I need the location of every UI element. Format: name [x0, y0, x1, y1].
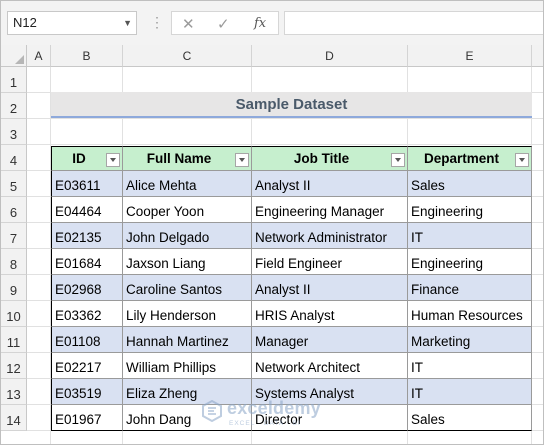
row-header-12[interactable]: 12 [1, 353, 27, 379]
table-cell-id[interactable]: E02135 [51, 223, 123, 249]
insert-function-icon[interactable]: fx [254, 16, 266, 31]
row-header-5[interactable]: 5 [1, 171, 27, 197]
header-label: Job Title [293, 151, 350, 166]
filter-dropdown-icon[interactable] [391, 153, 405, 167]
enter-icon[interactable]: ✓ [217, 15, 230, 33]
table-cell-department[interactable]: Sales [408, 171, 532, 197]
dataset-title: Sample Dataset [51, 92, 532, 118]
formula-input[interactable] [284, 11, 543, 35]
table-cell-department[interactable]: Marketing [408, 327, 532, 353]
table-cell-job-title[interactable]: Analyst II [252, 275, 408, 301]
table-cell-full-name[interactable]: Caroline Santos [123, 275, 252, 301]
table-cell-full-name[interactable]: Lily Henderson [123, 301, 252, 327]
row-header-14[interactable]: 14 [1, 405, 27, 431]
table-cell-department[interactable]: Finance [408, 275, 532, 301]
row-header-11[interactable]: 11 [1, 327, 27, 353]
name-box[interactable]: N12 ▼ [7, 11, 137, 35]
table-cell-job-title[interactable]: Engineering Manager [252, 197, 408, 223]
row-header-10[interactable]: 10 [1, 301, 27, 327]
table-cell-full-name[interactable]: Alice Mehta [123, 171, 252, 197]
filter-dropdown-icon[interactable] [106, 153, 120, 167]
row-header-9[interactable]: 9 [1, 275, 27, 301]
gridline-horizontal [27, 144, 543, 145]
table-cell-full-name[interactable]: Cooper Yoon [123, 197, 252, 223]
table-cell-job-title[interactable]: Network Administrator [252, 223, 408, 249]
table-cell-id[interactable]: E01967 [51, 405, 123, 431]
gridline-horizontal [27, 118, 543, 119]
table-cell-job-title[interactable]: Analyst II [252, 171, 408, 197]
row-header-13[interactable]: 13 [1, 379, 27, 405]
row-header-1[interactable]: 1 [1, 67, 27, 93]
column-header-a[interactable]: A [27, 45, 51, 67]
table-cell-full-name[interactable]: Jaxson Liang [123, 249, 252, 275]
formula-buttons: ✕ ✓ fx [171, 11, 279, 35]
column-header-f[interactable] [532, 45, 543, 67]
spreadsheet-window: N12 ▼ ⋮ ✕ ✓ fx ABCDE 1 2 3 4 5 6 7 8 9 10 11 12 13 14… [0, 0, 544, 445]
table-cell-department[interactable]: IT [408, 379, 532, 405]
column-header-b[interactable]: B [51, 45, 123, 67]
table-cell-id[interactable]: E01684 [51, 249, 123, 275]
table-cell-full-name[interactable]: William Phillips [123, 353, 252, 379]
row-header-3[interactable]: 3 [1, 119, 27, 145]
table-cell-id[interactable]: E02968 [51, 275, 123, 301]
table-cell-department[interactable]: Engineering [408, 197, 532, 223]
formula-bar: N12 ▼ ⋮ ✕ ✓ fx [1, 1, 543, 45]
cancel-icon[interactable]: ✕ [182, 15, 195, 33]
table-cell-department[interactable]: Engineering [408, 249, 532, 275]
column-header-c[interactable]: C [123, 45, 252, 67]
row-header-2[interactable]: 2 [1, 93, 27, 119]
name-box-value: N12 [13, 15, 37, 30]
table-cell-id[interactable]: E03362 [51, 301, 123, 327]
header-cell-id[interactable]: ID [51, 146, 123, 171]
row-header-6[interactable]: 6 [1, 197, 27, 223]
exceldemy-watermark: exceldemy EXCEL · DATA · BI [201, 398, 351, 428]
filter-dropdown-icon[interactable] [515, 153, 529, 167]
table-cell-full-name[interactable]: John Delgado [123, 223, 252, 249]
table-cell-id[interactable]: E01108 [51, 327, 123, 353]
row-header-7[interactable]: 7 [1, 223, 27, 249]
select-all-button[interactable] [1, 45, 27, 67]
table-cell-job-title[interactable]: Network Architect [252, 353, 408, 379]
exceldemy-logo-icon [202, 400, 222, 422]
row-header-4[interactable]: 4 [1, 145, 27, 171]
table-cell-job-title[interactable]: HRIS Analyst [252, 301, 408, 327]
row-header-8[interactable]: 8 [1, 249, 27, 275]
header-cell-department[interactable]: Department [408, 146, 532, 171]
header-label: ID [72, 151, 86, 166]
table-cell-id[interactable]: E03519 [51, 379, 123, 405]
table-cell-id[interactable]: E04464 [51, 197, 123, 223]
more-options-icon[interactable]: ⋮ [150, 13, 164, 31]
table-cell-job-title[interactable]: Manager [252, 327, 408, 353]
table-cell-id[interactable]: E02217 [51, 353, 123, 379]
table-cell-department[interactable]: IT [408, 223, 532, 249]
header-label: Full Name [146, 151, 212, 166]
column-header-e[interactable]: E [408, 45, 532, 67]
header-cell-full-name[interactable]: Full Name [123, 146, 252, 171]
table-cell-job-title[interactable]: Field Engineer [252, 249, 408, 275]
watermark-tagline: EXCEL · DATA · BI [229, 420, 301, 427]
header-cell-job-title[interactable]: Job Title [252, 146, 408, 171]
filter-dropdown-icon[interactable] [235, 153, 249, 167]
header-label: Department [423, 151, 499, 166]
watermark-name: exceldemy [227, 398, 321, 418]
table-cell-department[interactable]: Sales [408, 405, 532, 431]
column-header-d[interactable]: D [252, 45, 408, 67]
chevron-down-icon[interactable]: ▼ [123, 12, 132, 34]
table-cell-full-name[interactable]: Hannah Martinez [123, 327, 252, 353]
table-cell-department[interactable]: Human Resources [408, 301, 532, 327]
table-cell-id[interactable]: E03611 [51, 171, 123, 197]
table-cell-department[interactable]: IT [408, 353, 532, 379]
